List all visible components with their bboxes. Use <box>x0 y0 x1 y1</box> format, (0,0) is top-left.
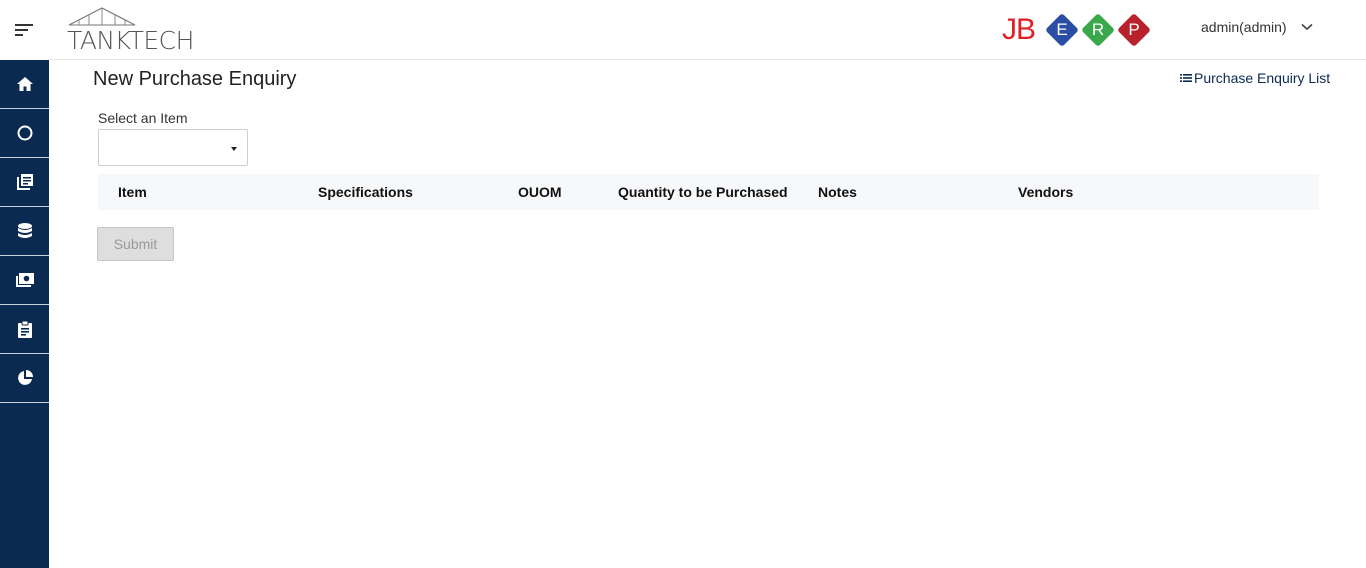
sidebar-nav <box>0 60 49 568</box>
sidebar-item-home[interactable] <box>0 60 49 109</box>
items-table-header: Item Specifications OUOM Quantity to be … <box>98 174 1319 210</box>
sidebar-item-reports[interactable] <box>0 354 49 403</box>
menu-icon <box>14 24 33 36</box>
page-title: New Purchase Enquiry <box>93 68 297 90</box>
jberp-logo: JB E R P <box>1002 12 1157 48</box>
clipboard-icon <box>17 320 32 338</box>
sidebar-item-library[interactable] <box>0 158 49 207</box>
jb-wordmark: JB <box>1002 13 1036 46</box>
sidebar-item-clipboard[interactable] <box>0 305 49 354</box>
database-icon <box>17 223 32 238</box>
column-header-ouom: OUOM <box>518 184 562 200</box>
pie-chart-icon <box>17 370 33 385</box>
menu-toggle-button[interactable] <box>0 0 49 60</box>
tanktech-logo[interactable]: TANKTECH <box>67 6 194 55</box>
sidebar-item-circle[interactable] <box>0 109 49 158</box>
item-select[interactable] <box>98 129 248 166</box>
erp-p-diamond: P <box>1116 12 1152 48</box>
money-icon <box>15 273 34 287</box>
sidebar-item-database[interactable] <box>0 207 49 256</box>
column-header-item: Item <box>118 184 147 200</box>
submit-button[interactable]: Submit <box>97 227 174 261</box>
column-header-quantity: Quantity to be Purchased <box>618 184 788 200</box>
sidebar <box>0 0 49 568</box>
erp-r-diamond: R <box>1080 12 1116 48</box>
tanktech-wordmark: TANKTECH <box>67 26 194 55</box>
home-icon <box>16 77 33 91</box>
list-icon <box>1180 74 1192 82</box>
top-header: TANKTECH JB E R P admin(admin) <box>49 0 1366 60</box>
purchase-enquiry-list-link[interactable]: Purchase Enquiry List <box>1180 70 1330 86</box>
user-menu[interactable]: admin(admin) <box>1201 19 1313 35</box>
circle-icon <box>17 125 32 141</box>
roof-arch-icon <box>68 7 136 26</box>
purchase-enquiry-list-label: Purchase Enquiry List <box>1194 70 1331 86</box>
chevron-down-icon <box>1301 23 1313 31</box>
library-icon <box>16 174 33 190</box>
erp-e-diamond: E <box>1044 12 1080 48</box>
column-header-specifications: Specifications <box>318 184 413 200</box>
user-name: admin(admin) <box>1201 19 1287 35</box>
column-header-notes: Notes <box>818 184 857 200</box>
column-header-vendors: Vendors <box>1018 184 1074 200</box>
select-item-label: Select an Item <box>98 110 188 126</box>
caret-down-icon <box>231 147 237 151</box>
sidebar-item-money[interactable] <box>0 256 49 305</box>
